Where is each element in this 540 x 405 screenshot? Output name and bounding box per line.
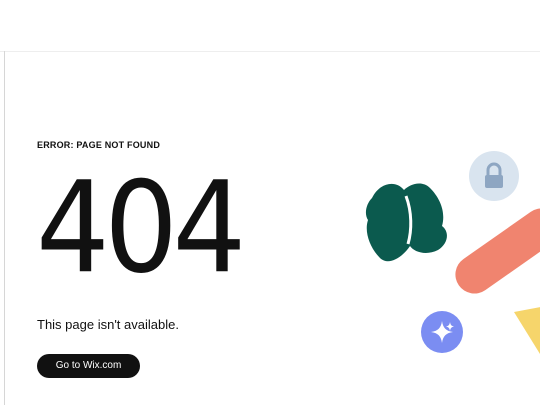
error-message: This page isn't available. <box>37 317 179 332</box>
lock-badge <box>469 151 519 201</box>
error-illustration <box>350 140 540 370</box>
coral-bar <box>455 208 540 294</box>
header-bar <box>0 0 540 52</box>
error-code: 404 <box>36 154 246 301</box>
error-label: ERROR: PAGE NOT FOUND <box>37 140 161 150</box>
left-divider <box>4 51 5 405</box>
green-shape <box>365 183 447 262</box>
illustration-svg <box>365 151 540 354</box>
sparkle-badge <box>421 311 463 353</box>
go-to-wix-button[interactable]: Go to Wix.com <box>37 354 140 378</box>
yellow-triangle <box>514 307 540 354</box>
error-page: ERROR: PAGE NOT FOUND 404 This page isn'… <box>0 0 540 405</box>
